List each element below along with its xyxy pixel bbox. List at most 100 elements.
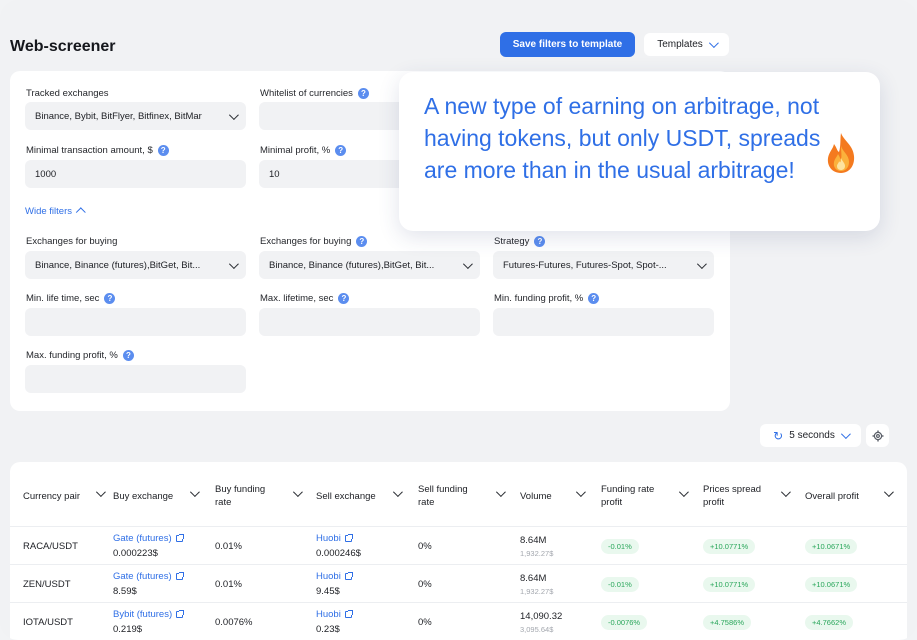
cell-sell-price: 0.23$ (316, 624, 340, 635)
refresh-interval-label: 5 seconds (789, 430, 835, 441)
chevron-down-icon (780, 487, 791, 498)
chevron-down-icon (292, 487, 303, 498)
templates-dropdown[interactable]: Templates (644, 33, 729, 56)
column-header-buy-exchange[interactable]: Buy exchange (113, 480, 200, 512)
table-divider (10, 564, 907, 565)
chevron-up-icon (75, 207, 86, 218)
chevron-down-icon (189, 487, 200, 498)
strategy-select[interactable]: Futures-Futures, Futures-Spot, Spot-... (493, 251, 714, 279)
external-link-icon (344, 572, 353, 580)
min-funding-label: Min. funding profit, % ? (494, 293, 600, 304)
tooltip-text: A new type of earning on arbitrage, not … (424, 93, 821, 183)
refresh-interval-dropdown[interactable]: ↻ 5 seconds (760, 424, 861, 447)
help-icon[interactable]: ? (357, 88, 369, 99)
cell-buy-price: 0.000223$ (113, 548, 158, 559)
column-header-sell-exchange[interactable]: Sell exchange (316, 480, 403, 512)
buy-exchange-link[interactable]: Gate (futures) (113, 533, 184, 544)
cell-sell-funding: 0% (418, 617, 432, 628)
column-header-volume[interactable]: Volume (520, 480, 586, 512)
column-header-spread-profit[interactable]: Prices spread profit (703, 480, 791, 512)
app-frame: Web-screener Save filters to template Te… (0, 0, 917, 640)
help-icon[interactable]: ? (122, 350, 134, 361)
chevron-down-icon (840, 429, 851, 440)
column-header-funding-profit[interactable]: Funding rate profit (601, 480, 689, 512)
refresh-icon: ↻ (773, 428, 784, 443)
chevron-down-icon (575, 487, 586, 498)
column-header-buy-funding[interactable]: Buy funding rate (215, 480, 303, 512)
cell-pair: IOTA/USDT (23, 617, 73, 628)
min-transaction-label: Minimal transaction amount, $ ? (26, 145, 169, 156)
external-link-icon (175, 572, 184, 580)
table-divider (10, 602, 907, 603)
cell-buy-funding: 0.0076% (215, 617, 253, 628)
sell-exchange-link[interactable]: Huobi (316, 609, 353, 620)
min-profit-label: Minimal profit, % ? (260, 145, 347, 156)
cell-volume: 8.64M (520, 535, 547, 546)
external-link-icon (344, 534, 353, 542)
funding-profit-badge: -0.01% (601, 577, 639, 592)
cell-sell-funding: 0% (418, 541, 432, 552)
chevron-down-icon (883, 487, 894, 498)
cell-sell-price: 9.45$ (316, 586, 340, 597)
external-link-icon (176, 610, 185, 618)
whitelist-label: Whitelist of currencies ? (260, 88, 369, 99)
min-lifetime-label: Min. life time, sec ? (26, 293, 116, 304)
help-icon[interactable]: ? (157, 145, 169, 156)
sell-exchange-link[interactable]: Huobi (316, 571, 353, 582)
min-lifetime-input[interactable] (25, 308, 246, 336)
chevron-down-icon (95, 487, 106, 498)
overall-profit-badge: +10.0671% (805, 577, 858, 592)
chevron-down-icon (495, 487, 506, 498)
exchanges-buying-label: Exchanges for buying (26, 236, 118, 247)
spread-profit-badge: +10.0771% (703, 577, 756, 592)
funding-profit-badge: -0.0076% (601, 615, 648, 630)
help-icon[interactable]: ? (356, 236, 368, 247)
cell-volume-usd: 1,932.27$ (520, 549, 554, 558)
min-funding-input[interactable] (493, 308, 714, 336)
wide-filters-toggle[interactable]: Wide filters (25, 206, 86, 218)
exchanges-buying-select[interactable]: Binance, Binance (futures),BitGet, Bit..… (25, 251, 246, 279)
cell-sell-funding: 0% (418, 579, 432, 590)
column-header-overall-profit[interactable]: Overall profit (805, 480, 894, 512)
strategy-label: Strategy ? (494, 236, 546, 247)
tracked-exchanges-select[interactable]: Binance, Bybit, BitFlyer, Bitfinex, BitM… (25, 102, 246, 130)
exchanges-buying-select-2[interactable]: Binance, Binance (futures),BitGet, Bit..… (259, 251, 480, 279)
settings-button[interactable] (866, 424, 889, 447)
cell-volume-usd: 3,095.64$ (520, 625, 554, 634)
external-link-icon (175, 534, 184, 542)
cell-volume: 8.64M (520, 573, 547, 584)
help-icon[interactable]: ? (588, 293, 600, 304)
chevron-down-icon (708, 38, 719, 49)
help-icon[interactable]: ? (534, 236, 546, 247)
column-header-currency-pair[interactable]: Currency pair (23, 480, 106, 512)
column-header-sell-funding[interactable]: Sell funding rate (418, 480, 506, 512)
spread-profit-badge: +4.7586% (703, 615, 751, 630)
page-title: Web-screener (10, 38, 116, 55)
chevron-down-icon (228, 109, 239, 120)
results-table: Currency pair Buy exchange Buy funding r… (10, 462, 907, 640)
cell-buy-price: 8.59$ (113, 586, 137, 597)
exchanges-buying-label-2: Exchanges for buying ? (260, 236, 368, 247)
tracked-exchanges-label: Tracked exchanges (26, 88, 109, 99)
max-funding-input[interactable] (25, 365, 246, 393)
chevron-down-icon (696, 258, 707, 269)
templates-label: Templates (657, 39, 703, 50)
help-icon[interactable]: ? (104, 293, 116, 304)
save-filters-button[interactable]: Save filters to template (500, 32, 635, 57)
table-divider (10, 526, 907, 527)
help-icon[interactable]: ? (335, 145, 347, 156)
max-lifetime-input[interactable] (259, 308, 480, 336)
cell-pair: ZEN/USDT (23, 579, 71, 590)
gear-icon (872, 430, 883, 441)
buy-exchange-link[interactable]: Gate (futures) (113, 571, 184, 582)
help-icon[interactable]: ? (338, 293, 350, 304)
fire-icon (827, 133, 855, 173)
overall-profit-badge: +10.0671% (805, 539, 858, 554)
max-lifetime-label: Max. lifetime, sec ? (260, 293, 350, 304)
chevron-down-icon (462, 258, 473, 269)
min-transaction-input[interactable]: 1000 (25, 160, 246, 188)
external-link-icon (344, 610, 353, 618)
overall-profit-badge: +4.7662% (805, 615, 853, 630)
buy-exchange-link[interactable]: Bybit (futures) (113, 609, 185, 620)
sell-exchange-link[interactable]: Huobi (316, 533, 353, 544)
